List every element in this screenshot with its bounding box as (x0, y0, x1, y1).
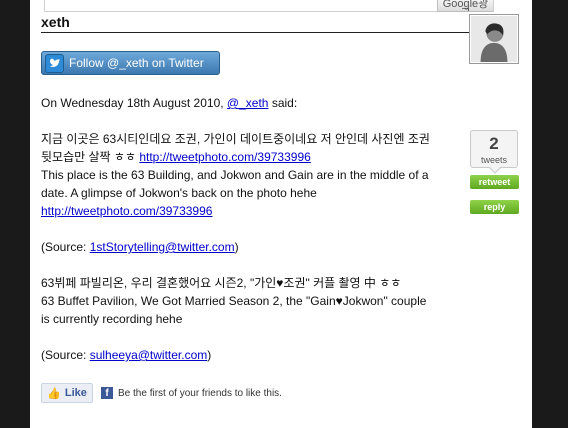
tweetphoto-link-2[interactable]: http://tweetphoto.com/39733996 (41, 204, 212, 218)
facebook-icon: f (101, 387, 113, 399)
twitter-bird-icon (45, 53, 64, 73)
intro-text: On Wednesday 18th August 2010, (41, 96, 224, 110)
source-suffix-2: ) (207, 348, 212, 362)
source-link-1[interactable]: 1stStorytelling@twitter.com (90, 240, 235, 254)
tweetphoto-link-1[interactable]: http://tweetphoto.com/39733996 (139, 150, 310, 164)
google-ad-button[interactable]: Google광고 (437, 0, 493, 12)
username: xeth (41, 14, 70, 30)
reply-button[interactable]: reply (470, 200, 519, 214)
source-suffix-1: ) (234, 240, 239, 254)
facebook-social-text: Be the first of your friends to like thi… (118, 387, 282, 399)
intro-suffix: said: (271, 96, 298, 110)
facebook-like-button[interactable]: 👍 Like (41, 383, 93, 403)
post-paragraph-1: 지금 이곳은 63시티인데요 조권, 가인이 데이트중이네요 저 안인데 사진엔… (41, 130, 436, 220)
tweet-count: 2 (489, 134, 499, 153)
source-prefix-2: (Source: (41, 348, 87, 362)
tweet-count-label: tweets (480, 155, 507, 165)
english-text-1: This place is the 63 Building, and Jokwo… (41, 168, 429, 200)
avatar-photo-icon (471, 16, 517, 62)
source-prefix-1: (Source: (41, 240, 87, 254)
divider (41, 32, 471, 33)
author-link[interactable]: @_xeth (227, 96, 269, 110)
facebook-like-row: 👍 Like f Be the first of your friends to… (41, 382, 282, 404)
follow-button-label: Follow @_xeth on Twitter (69, 56, 204, 70)
thumbs-up-icon: 👍 (47, 387, 61, 400)
follow-twitter-button[interactable]: Follow @_xeth on Twitter (41, 51, 220, 75)
post-body: On Wednesday 18th August 2010, @_xeth sa… (41, 94, 436, 382)
retweet-button[interactable]: retweet (470, 175, 519, 189)
source-link-2[interactable]: sulheeya@twitter.com (90, 348, 208, 362)
google-ad-label: Google광고 (442, 0, 489, 11)
source-line-2: (Source: sulheeya@twitter.com) (41, 346, 436, 364)
top-search-bar (44, 0, 494, 12)
korean-text-2: 63뷔페 파빌리온, 우리 결혼했어요 시즌2, "가인♥조권" 커플 촬영 中… (41, 276, 402, 290)
tweet-count-box[interactable]: 2 tweets (470, 130, 518, 168)
post-paragraph-2: 63뷔페 파빌리온, 우리 결혼했어요 시즌2, "가인♥조권" 커플 촬영 中… (41, 274, 436, 328)
avatar[interactable] (469, 14, 519, 64)
source-line-1: (Source: 1stStorytelling@twitter.com) (41, 238, 436, 256)
post-intro: On Wednesday 18th August 2010, @_xeth sa… (41, 94, 436, 112)
english-text-2: 63 Buffet Pavilion, We Got Married Seaso… (41, 294, 427, 326)
like-label: Like (64, 387, 87, 399)
